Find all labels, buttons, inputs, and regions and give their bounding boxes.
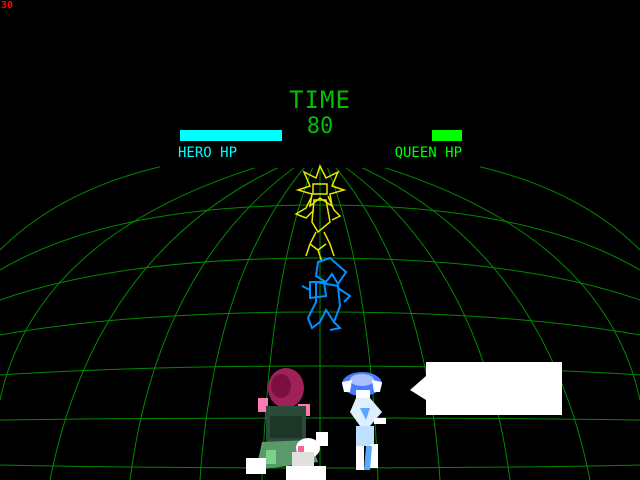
speech-bubble bbox=[426, 362, 562, 415]
game-screen: 30 TIME 80 HERO HP QUEEN HP bbox=[0, 0, 640, 480]
